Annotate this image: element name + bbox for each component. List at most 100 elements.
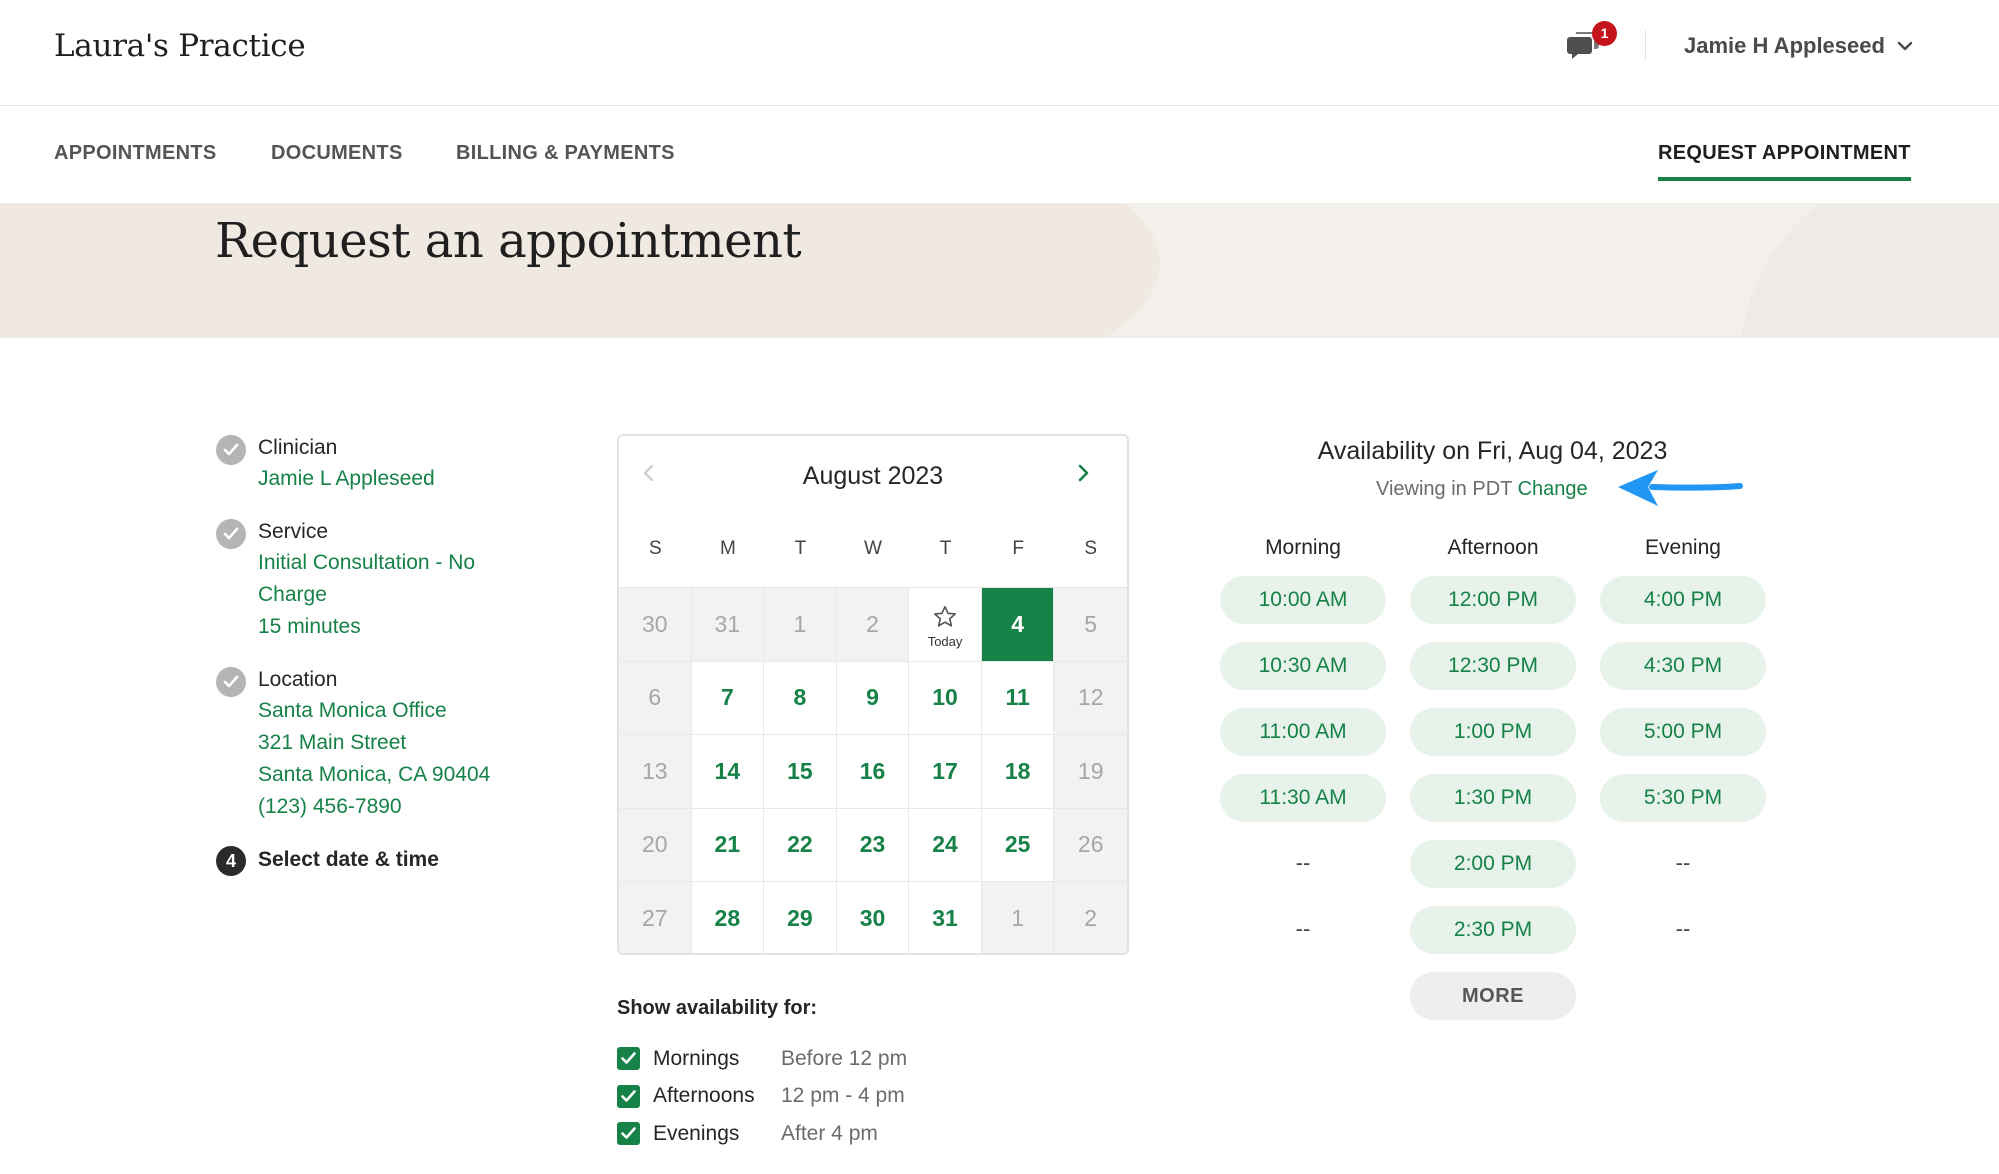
nav-billing-payments[interactable]: BILLING & PAYMENTS xyxy=(456,142,675,165)
location-city[interactable]: Santa Monica, CA 90404 xyxy=(258,759,546,791)
calendar-day[interactable]: 21 xyxy=(691,808,765,882)
location-street[interactable]: 321 Main Street xyxy=(258,727,546,759)
calendar-month: August 2023 xyxy=(802,462,944,490)
calendar-day[interactable]: 23 xyxy=(836,808,910,882)
timezone-change-link[interactable]: Change xyxy=(1518,478,1588,500)
filter-mornings[interactable]: Mornings Before 12 pm xyxy=(617,1040,907,1078)
service-duration[interactable]: 15 minutes xyxy=(258,611,546,643)
step-label: Select date & time xyxy=(258,848,439,871)
clinician-link[interactable]: Jamie L Appleseed xyxy=(258,463,546,495)
check-circle-icon xyxy=(216,519,246,549)
calendar-grid: 30 31 1 2 Today 4 5 6 7 8 9 10 11 12 13 14 15 16 17 18 19 20 2… xyxy=(619,587,1127,953)
calendar-day[interactable]: 29 xyxy=(764,882,837,953)
time-slot-button[interactable]: 10:00 AM xyxy=(1220,576,1386,624)
step-location: Location Santa Monica Office 321 Main St… xyxy=(216,665,546,823)
calendar-day: 31 xyxy=(691,588,765,662)
calendar-day: 5 xyxy=(1054,588,1127,662)
weekday-label: S xyxy=(648,538,662,559)
weekday-label: W xyxy=(864,538,882,559)
calendar-day-today[interactable]: Today xyxy=(909,588,982,662)
filter-description: After 4 pm xyxy=(781,1121,878,1145)
step-service: Service Initial Consultation - No Charge… xyxy=(216,517,546,643)
annotation-arrow-icon xyxy=(1618,470,1743,506)
calendar-day: 2 xyxy=(836,588,910,662)
more-times-button[interactable]: MORE xyxy=(1410,972,1576,1020)
time-slot-button[interactable]: 1:30 PM xyxy=(1410,774,1576,822)
time-slot-button[interactable]: 4:30 PM xyxy=(1600,642,1766,690)
step-clinician: Clinician Jamie L Appleseed xyxy=(216,433,546,495)
calendar-day[interactable]: 16 xyxy=(836,735,910,809)
nav-documents[interactable]: DOCUMENTS xyxy=(271,142,403,165)
time-slot-button[interactable]: 2:00 PM xyxy=(1410,840,1576,888)
calendar-day[interactable]: 7 xyxy=(691,661,765,735)
calendar-day[interactable]: 28 xyxy=(691,882,765,953)
today-label: Today xyxy=(927,633,963,649)
weekday-label: T xyxy=(794,538,807,559)
filter-evenings[interactable]: Evenings After 4 pm xyxy=(617,1115,907,1153)
calendar-day[interactable]: 11 xyxy=(981,661,1055,735)
step-number: 4 xyxy=(216,846,246,876)
calendar-day: 27 xyxy=(619,882,692,953)
booking-steps: Clinician Jamie L Appleseed Service Init… xyxy=(216,433,546,897)
calendar-day[interactable]: 10 xyxy=(909,661,982,735)
calendar-day: 12 xyxy=(1054,661,1127,735)
availability-title: Availability on Fri, Aug 04, 2023 xyxy=(1317,437,1668,465)
calendar-day[interactable]: 15 xyxy=(764,735,837,809)
calendar-day-selected[interactable]: 4 xyxy=(981,588,1055,662)
time-slot-button[interactable]: 11:30 AM xyxy=(1220,774,1386,822)
empty-slot: -- xyxy=(1675,850,1691,875)
calendar-day[interactable]: 30 xyxy=(836,882,910,953)
calendar-day[interactable]: 24 xyxy=(909,808,982,882)
calendar-day[interactable]: 14 xyxy=(691,735,765,809)
step-label: Service xyxy=(258,520,329,543)
time-slot-button[interactable]: 2:30 PM xyxy=(1410,906,1576,954)
calendar-day: 2 xyxy=(1054,882,1127,953)
weekday-label: F xyxy=(1012,538,1024,559)
column-heading-afternoon: Afternoon xyxy=(1447,536,1539,559)
calendar-day[interactable]: 31 xyxy=(909,882,982,953)
time-slot-button[interactable]: 1:00 PM xyxy=(1410,708,1576,756)
calendar-day: 30 xyxy=(619,588,692,662)
calendar-day[interactable]: 18 xyxy=(981,735,1055,809)
time-slot-button[interactable]: 5:00 PM xyxy=(1600,708,1766,756)
nav-request-appointment[interactable]: REQUEST APPOINTMENT xyxy=(1658,142,1911,181)
page-title: Request an appointment xyxy=(215,213,802,269)
nav-appointments[interactable]: APPOINTMENTS xyxy=(54,142,217,165)
checkbox-checked-icon[interactable] xyxy=(617,1084,640,1108)
date-picker-calendar: August 2023 S M T W T F S 30 31 1 2 Today 4 5 6… xyxy=(617,434,1129,955)
time-slot-button[interactable]: 10:30 AM xyxy=(1220,642,1386,690)
time-slot-button[interactable]: 11:00 AM xyxy=(1220,708,1386,756)
user-menu[interactable]: Jamie H Appleseed xyxy=(1684,33,1915,59)
calendar-day[interactable]: 9 xyxy=(836,661,910,735)
filter-name: Afternoons xyxy=(653,1084,755,1108)
checkbox-checked-icon[interactable] xyxy=(617,1047,640,1071)
service-link-line2[interactable]: Charge xyxy=(258,579,546,611)
filter-name: Mornings xyxy=(653,1046,740,1070)
time-slot-button[interactable]: 5:30 PM xyxy=(1600,774,1766,822)
filter-afternoons[interactable]: Afternoons 12 pm - 4 pm xyxy=(617,1078,907,1116)
checkbox-checked-icon[interactable] xyxy=(617,1122,640,1146)
calendar-day[interactable]: 22 xyxy=(764,808,837,882)
calendar-day: 1 xyxy=(981,882,1055,953)
location-name[interactable]: Santa Monica Office xyxy=(258,695,546,727)
time-slot-button[interactable]: 12:30 PM xyxy=(1410,642,1576,690)
star-icon xyxy=(934,605,957,627)
calendar-day[interactable]: 25 xyxy=(981,808,1055,882)
service-link-line1[interactable]: Initial Consultation - No xyxy=(258,547,546,579)
column-heading-evening: Evening xyxy=(1645,536,1721,559)
availability-filter-heading: Show availability for: xyxy=(617,997,818,1019)
top-header: Laura's Practice 1 Jamie H Appleseed xyxy=(0,0,1999,106)
check-circle-icon xyxy=(216,435,246,465)
time-slot-button[interactable]: 4:00 PM xyxy=(1600,576,1766,624)
calendar-day[interactable]: 17 xyxy=(909,735,982,809)
check-circle-icon xyxy=(216,667,246,697)
time-slot-button[interactable]: 12:00 PM xyxy=(1410,576,1576,624)
calendar-day[interactable]: 8 xyxy=(764,661,837,735)
calendar-day: 26 xyxy=(1054,808,1127,882)
header-divider xyxy=(1645,30,1646,60)
weekday-label: M xyxy=(719,538,736,559)
chevron-right-icon[interactable] xyxy=(1073,462,1093,484)
practice-name[interactable]: Laura's Practice xyxy=(54,28,306,64)
filter-description: Before 12 pm xyxy=(781,1046,908,1070)
location-phone[interactable]: (123) 456-7890 xyxy=(258,791,546,823)
